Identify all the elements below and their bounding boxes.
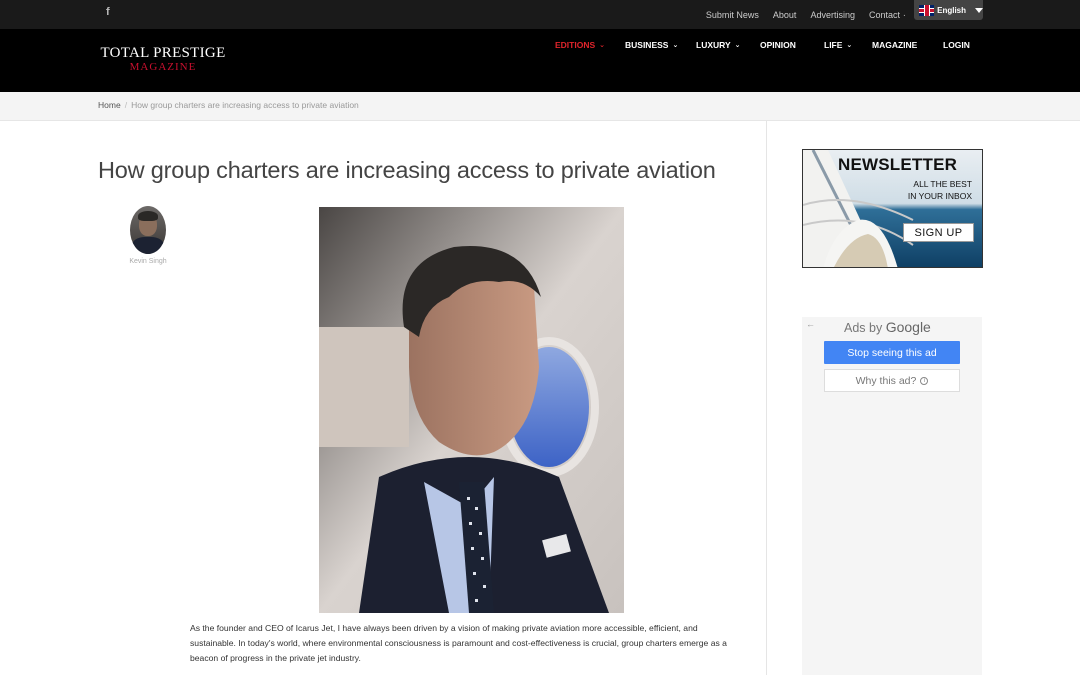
- nav-luxury-label: LUXURY: [696, 40, 731, 50]
- stop-seeing-ad-button[interactable]: Stop seeing this ad: [824, 341, 960, 364]
- chevron-down-icon: ⌄: [672, 42, 679, 49]
- nav-editions[interactable]: EDITIONS ⌄: [555, 40, 605, 50]
- ad-container: ← Ads by Google Stop seeing this ad Why …: [802, 317, 982, 675]
- nav-editions-label: EDITIONS: [555, 40, 596, 50]
- top-utility-bar: f Submit News About Advertising Contact …: [0, 0, 1080, 29]
- why-this-ad-button[interactable]: Why this ad? i: [824, 369, 960, 392]
- nav-opinion[interactable]: OPINION: [760, 40, 796, 50]
- breadcrumb-home-link[interactable]: Home: [98, 100, 121, 110]
- logo-title: TOTAL PRESTIGE: [100, 45, 226, 61]
- article-title: How group charters are increasing access…: [98, 157, 716, 183]
- google-wordmark: Google: [885, 319, 931, 335]
- nav-luxury[interactable]: LUXURY ⌄: [696, 40, 741, 50]
- breadcrumb: Home / How group charters are increasing a…: [98, 100, 359, 110]
- newsletter-banner[interactable]: NEWSLETTER ALL THE BEST IN YOUR INBOX SI…: [802, 149, 983, 268]
- contact-link[interactable]: Contact: [869, 10, 900, 20]
- chevron-down-icon: ⌄: [846, 42, 853, 49]
- site-logo[interactable]: TOTAL PRESTIGE MAGAZINE: [98, 45, 228, 74]
- ads-by-text: Ads by: [844, 321, 883, 335]
- language-selector[interactable]: English: [914, 0, 983, 20]
- nav-opinion-label: OPINION: [760, 40, 796, 50]
- language-label: English: [937, 5, 966, 15]
- nav-login[interactable]: LOGIN: [943, 40, 970, 50]
- info-icon: i: [920, 376, 929, 385]
- newsletter-tagline: ALL THE BEST IN YOUR INBOX: [908, 178, 972, 202]
- main-header: TOTAL PRESTIGE MAGAZINE EDITIONS ⌄ BUSIN…: [0, 29, 1080, 92]
- breadcrumb-current: How group charters are increasing access…: [131, 100, 359, 110]
- caret-down-icon: [975, 7, 983, 13]
- facebook-icon[interactable]: f: [106, 6, 110, 18]
- newsletter-tagline-line1: ALL THE BEST: [913, 179, 972, 189]
- utility-links: Submit News About Advertising Contact: [706, 0, 900, 29]
- author-avatar[interactable]: [130, 206, 166, 254]
- submit-news-link[interactable]: Submit News: [706, 10, 759, 20]
- breadcrumb-separator: /: [124, 100, 128, 110]
- article-body-paragraph: As the founder and CEO of Icarus Jet, I …: [190, 623, 727, 663]
- article-featured-image: [319, 207, 624, 613]
- back-arrow-icon[interactable]: ←: [806, 319, 815, 329]
- nav-life[interactable]: LIFE ⌄: [824, 40, 852, 50]
- nav-business-label: BUSINESS: [625, 40, 669, 50]
- author-block[interactable]: Kevin Singh: [120, 206, 176, 265]
- nav-magazine[interactable]: MAGAZINE: [872, 40, 917, 50]
- advertising-link[interactable]: Advertising: [810, 10, 855, 20]
- chevron-down-icon: ⌄: [734, 42, 741, 49]
- logo-subtitle: MAGAZINE: [129, 61, 197, 73]
- why-this-ad-label: Why this ad?: [855, 374, 917, 387]
- newsletter-tagline-line2: IN YOUR INBOX: [907, 191, 972, 201]
- uk-flag-icon: [919, 4, 935, 16]
- about-link[interactable]: About: [773, 10, 797, 20]
- newsletter-signup-button[interactable]: SIGN UP: [903, 223, 974, 242]
- breadcrumb-bar: Home / How group charters are increasing a…: [0, 92, 1080, 121]
- author-name[interactable]: Kevin Singh: [120, 258, 176, 265]
- newsletter-title: NEWSLETTER: [838, 155, 958, 174]
- ads-by-google-label: Ads by Google: [844, 319, 931, 335]
- nav-life-label: LIFE: [824, 40, 843, 50]
- content-sidebar-divider: [766, 121, 767, 675]
- chevron-down-icon: ⌄: [599, 42, 606, 49]
- nav-login-label: LOGIN: [943, 40, 970, 50]
- nav-business[interactable]: BUSINESS ⌄: [625, 40, 678, 50]
- nav-magazine-label: MAGAZINE: [872, 40, 918, 50]
- separator-dot: .: [903, 8, 906, 19]
